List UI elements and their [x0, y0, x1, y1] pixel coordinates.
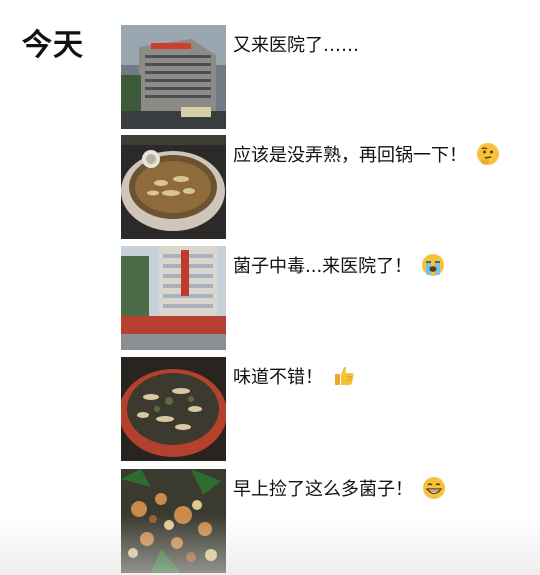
mushroom-hotpot-photo[interactable] [121, 357, 226, 461]
foraged-mushrooms-photo[interactable] [121, 469, 226, 573]
post-caption: 又来医院了…… [233, 31, 521, 61]
hospital-entrance-photo[interactable] [121, 246, 226, 350]
caption-text: 味道不错！ [233, 367, 323, 388]
hospital-building-photo[interactable] [121, 25, 226, 129]
post-caption: 应该是没弄熟，再回锅一下！ [233, 141, 521, 171]
moment-post-2[interactable]: 应该是没弄熟，再回锅一下！ [121, 135, 521, 239]
thumbs-up-emoji-icon [332, 364, 356, 388]
post-caption: 菌子中毒...来医院了！ [233, 252, 521, 282]
caption-text: 菌子中毒...来医院了！ [233, 256, 413, 277]
day-label: 今天 [22, 28, 84, 63]
post-caption: 早上捡了这么多菌子！ [233, 475, 521, 505]
crying-face-emoji-icon [421, 253, 445, 277]
caption-text: 又来医院了…… [233, 35, 359, 56]
grinning-face-emoji-icon [422, 476, 446, 500]
moment-post-4[interactable]: 味道不错！ [121, 357, 521, 461]
post-caption: 味道不错！ [233, 363, 521, 393]
moment-post-3[interactable]: 菌子中毒...来医院了！ [121, 246, 521, 350]
caption-text: 应该是没弄熟，再回锅一下！ [233, 145, 467, 166]
moment-post-5[interactable]: 早上捡了这么多菌子！ [121, 469, 521, 573]
moment-post-1[interactable]: 又来医院了…… [121, 25, 521, 129]
mushroom-pot-photo[interactable] [121, 135, 226, 239]
caption-text: 早上捡了这么多菌子！ [233, 479, 413, 500]
thinking-face-emoji-icon [476, 142, 500, 166]
